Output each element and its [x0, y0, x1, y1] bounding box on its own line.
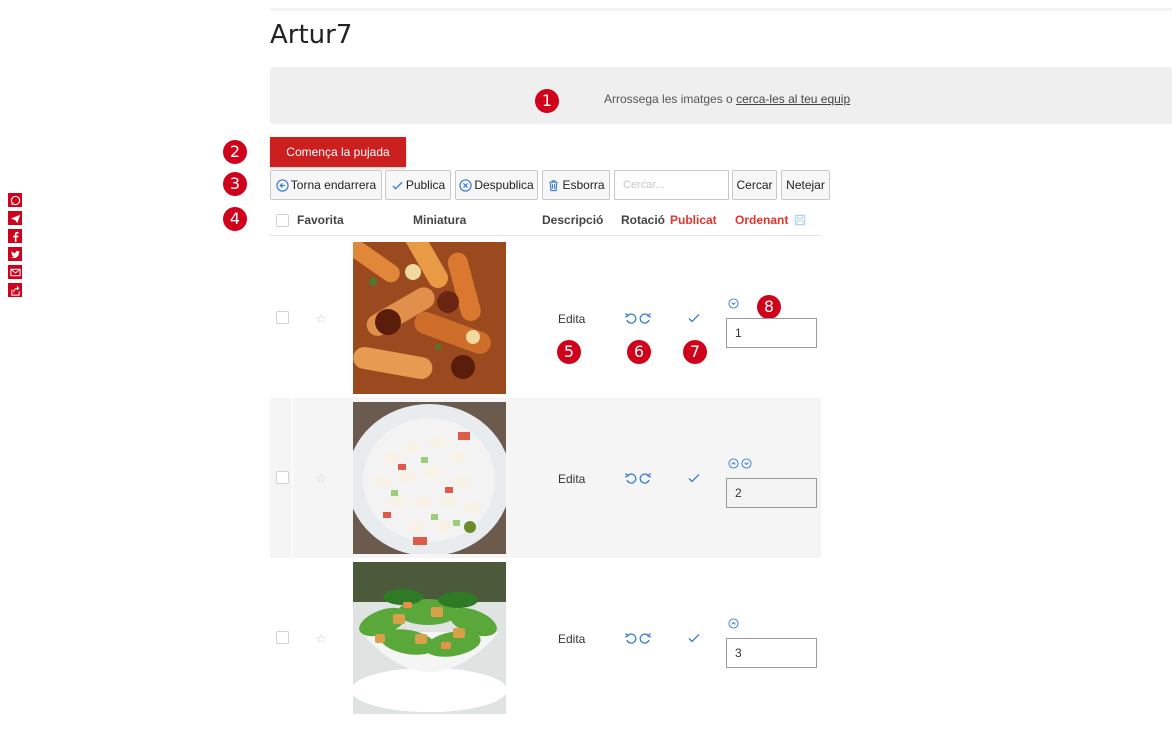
- email-icon[interactable]: [8, 265, 22, 279]
- column-header-published[interactable]: Publicat: [670, 213, 717, 227]
- dropzone-text: Arrossega les imatges o cerca-les al teu…: [604, 92, 851, 106]
- annotation-badge-4: 4: [223, 207, 247, 231]
- top-divider: [270, 8, 1172, 11]
- facebook-icon[interactable]: [8, 229, 22, 243]
- star-icon[interactable]: ☆: [315, 631, 327, 647]
- published-check-icon[interactable]: [687, 631, 701, 645]
- trash-icon: [549, 179, 559, 191]
- publish-button[interactable]: Publica: [385, 170, 451, 200]
- column-header-thumbnail: Miniatura: [413, 213, 467, 227]
- rotate-right-icon[interactable]: [639, 633, 652, 644]
- save-order-icon[interactable]: [794, 214, 806, 226]
- search-input[interactable]: [614, 170, 729, 200]
- order-input[interactable]: 3: [726, 638, 817, 668]
- row-checkbox[interactable]: [276, 631, 289, 644]
- rotate-left-icon[interactable]: [624, 473, 637, 484]
- move-up-icon[interactable]: [728, 618, 739, 629]
- image-dropzone[interactable]: Arrossega les imatges o cerca-les al teu…: [270, 67, 1172, 124]
- thumbnail-pasta-dish[interactable]: [353, 242, 506, 394]
- order-arrows: [728, 298, 739, 310]
- edit-description-link[interactable]: Edita: [558, 632, 585, 646]
- back-button[interactable]: Torna endarrera: [270, 170, 382, 200]
- table-header-divider: [270, 235, 821, 236]
- order-input[interactable]: 1: [726, 318, 817, 348]
- move-down-icon[interactable]: [728, 298, 739, 309]
- column-header-favorite[interactable]: Favorita: [297, 213, 344, 227]
- whatsapp-icon[interactable]: [8, 193, 22, 207]
- rotate-right-icon[interactable]: [639, 313, 652, 324]
- thumbnail-caesar-salad[interactable]: [353, 562, 506, 714]
- column-header-ordering[interactable]: Ordenant: [735, 213, 806, 227]
- row-checkbox[interactable]: [276, 471, 289, 484]
- published-check-icon[interactable]: [687, 471, 701, 485]
- annotation-badge-3: 3: [223, 172, 247, 196]
- thumbnail-bean-salad[interactable]: [353, 402, 506, 554]
- order-arrows: [728, 618, 739, 630]
- rotate-left-icon[interactable]: [624, 633, 637, 644]
- star-icon[interactable]: ☆: [315, 471, 327, 487]
- select-all-checkbox[interactable]: [276, 214, 289, 227]
- column-header-description: Descripció: [542, 213, 604, 227]
- order-arrows: [728, 458, 752, 470]
- move-down-icon[interactable]: [741, 458, 752, 469]
- check-icon: [392, 181, 403, 190]
- social-share-bar: [8, 193, 22, 301]
- circle-x-icon: [459, 178, 472, 192]
- search-button[interactable]: Cercar: [732, 170, 777, 200]
- page-title: Artur7: [270, 20, 353, 50]
- table-row: ☆ Edita 1: [270, 238, 821, 398]
- column-header-rotation: Rotació: [621, 213, 666, 227]
- edit-description-link[interactable]: Edita: [558, 312, 585, 326]
- rotate-right-icon[interactable]: [639, 473, 652, 484]
- move-up-icon[interactable]: [728, 458, 739, 469]
- delete-button[interactable]: Esborra: [542, 170, 610, 200]
- rotate-controls: [624, 312, 654, 326]
- rotate-controls: [624, 632, 654, 646]
- star-icon[interactable]: ☆: [315, 311, 327, 327]
- browse-files-link[interactable]: cerca-les al teu equip: [736, 92, 850, 106]
- edit-description-link[interactable]: Edita: [558, 472, 585, 486]
- table-row: ☆ Edita 3: [270, 558, 821, 718]
- table-row: ☆ Edita 2: [270, 398, 821, 558]
- published-check-icon[interactable]: [687, 311, 701, 325]
- annotation-badge-2: 2: [223, 140, 247, 164]
- row-checkbox[interactable]: [276, 311, 289, 324]
- clear-button[interactable]: Netejar: [781, 170, 830, 200]
- annotation-badge-1: 1: [535, 89, 559, 113]
- unpublish-button[interactable]: Despublica: [455, 170, 538, 200]
- rotate-controls: [624, 472, 654, 486]
- circle-arrow-left-icon: [276, 178, 289, 192]
- telegram-icon[interactable]: [8, 211, 22, 225]
- start-upload-button[interactable]: Comença la pujada: [270, 137, 406, 167]
- rotate-left-icon[interactable]: [624, 313, 637, 324]
- share-icon[interactable]: [8, 283, 22, 297]
- order-input[interactable]: 2: [726, 478, 817, 508]
- twitter-icon[interactable]: [8, 247, 22, 261]
